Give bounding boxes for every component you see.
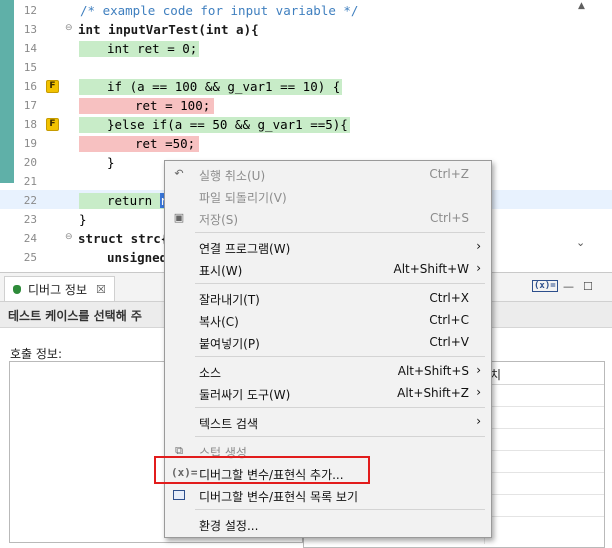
bug-icon (11, 283, 23, 295)
minimize-icon[interactable]: — (563, 280, 574, 293)
submenu-arrow-icon: › (476, 239, 481, 253)
menu-item-revert-file[interactable]: 파일 되돌리기(V) (165, 185, 491, 207)
submenu-arrow-icon: › (476, 414, 481, 428)
menu-item-open-with[interactable]: 연결 프로그램(W) › (165, 236, 491, 258)
scroll-down-arrow[interactable]: ⌄ (576, 236, 585, 249)
menu-item-source[interactable]: 소스 Alt+Shift+S › (165, 360, 491, 382)
expression-icon[interactable]: (x)= (532, 280, 558, 292)
menu-item-cut[interactable]: 잘라내기(T) Ctrl+X (165, 287, 491, 309)
tab-label: 디버그 정보 (28, 282, 88, 297)
close-icon[interactable]: ☒ (96, 283, 106, 296)
menu-separator (195, 509, 485, 510)
menu-item-text-search[interactable]: 텍스트 검색 › (165, 411, 491, 433)
fold-toggle-icon[interactable]: ⊖ (65, 232, 73, 242)
menu-separator (195, 232, 485, 233)
submenu-arrow-icon: › (476, 363, 481, 377)
submenu-arrow-icon: › (476, 261, 481, 275)
call-info-label: 호출 정보: (10, 347, 63, 361)
fold-toggle-icon[interactable]: ⊖ (65, 23, 73, 33)
menu-separator (195, 436, 485, 437)
menu-item-copy[interactable]: 복사(C) Ctrl+C (165, 309, 491, 331)
coverage-marker-icon[interactable]: F (46, 80, 59, 93)
banner-text: 테스트 케이스를 선택해 주 (8, 309, 142, 323)
menu-item-save[interactable]: ▣ 저장(S) Ctrl+S (165, 207, 491, 229)
undo-icon: ↶ (174, 167, 184, 180)
menu-separator (195, 283, 485, 284)
maximize-icon[interactable]: ☐ (583, 280, 593, 293)
menu-separator (195, 356, 485, 357)
menu-separator (195, 407, 485, 408)
menu-item-paste[interactable]: 붙여넣기(P) Ctrl+V (165, 331, 491, 353)
save-icon: ▣ (173, 211, 185, 224)
menu-item-undo[interactable]: ↶ 실행 취소(U) Ctrl+Z (165, 163, 491, 185)
menu-item-preferences[interactable]: 환경 설정... (165, 513, 491, 535)
menu-item-show-debug-expressions[interactable]: 디버그할 변수/표현식 목록 보기 (165, 484, 491, 506)
coverage-marker-icon[interactable]: F (46, 118, 59, 131)
expression-list-icon (171, 487, 187, 503)
menu-item-show-in[interactable]: 표시(W) Alt+Shift+W › (165, 258, 491, 280)
tab-debug-info[interactable]: 디버그 정보 ☒ (4, 276, 115, 301)
menu-item-surround-with[interactable]: 둘러싸기 도구(W) Alt+Shift+Z › (165, 382, 491, 404)
submenu-arrow-icon: › (476, 385, 481, 399)
highlight-box (154, 456, 370, 484)
